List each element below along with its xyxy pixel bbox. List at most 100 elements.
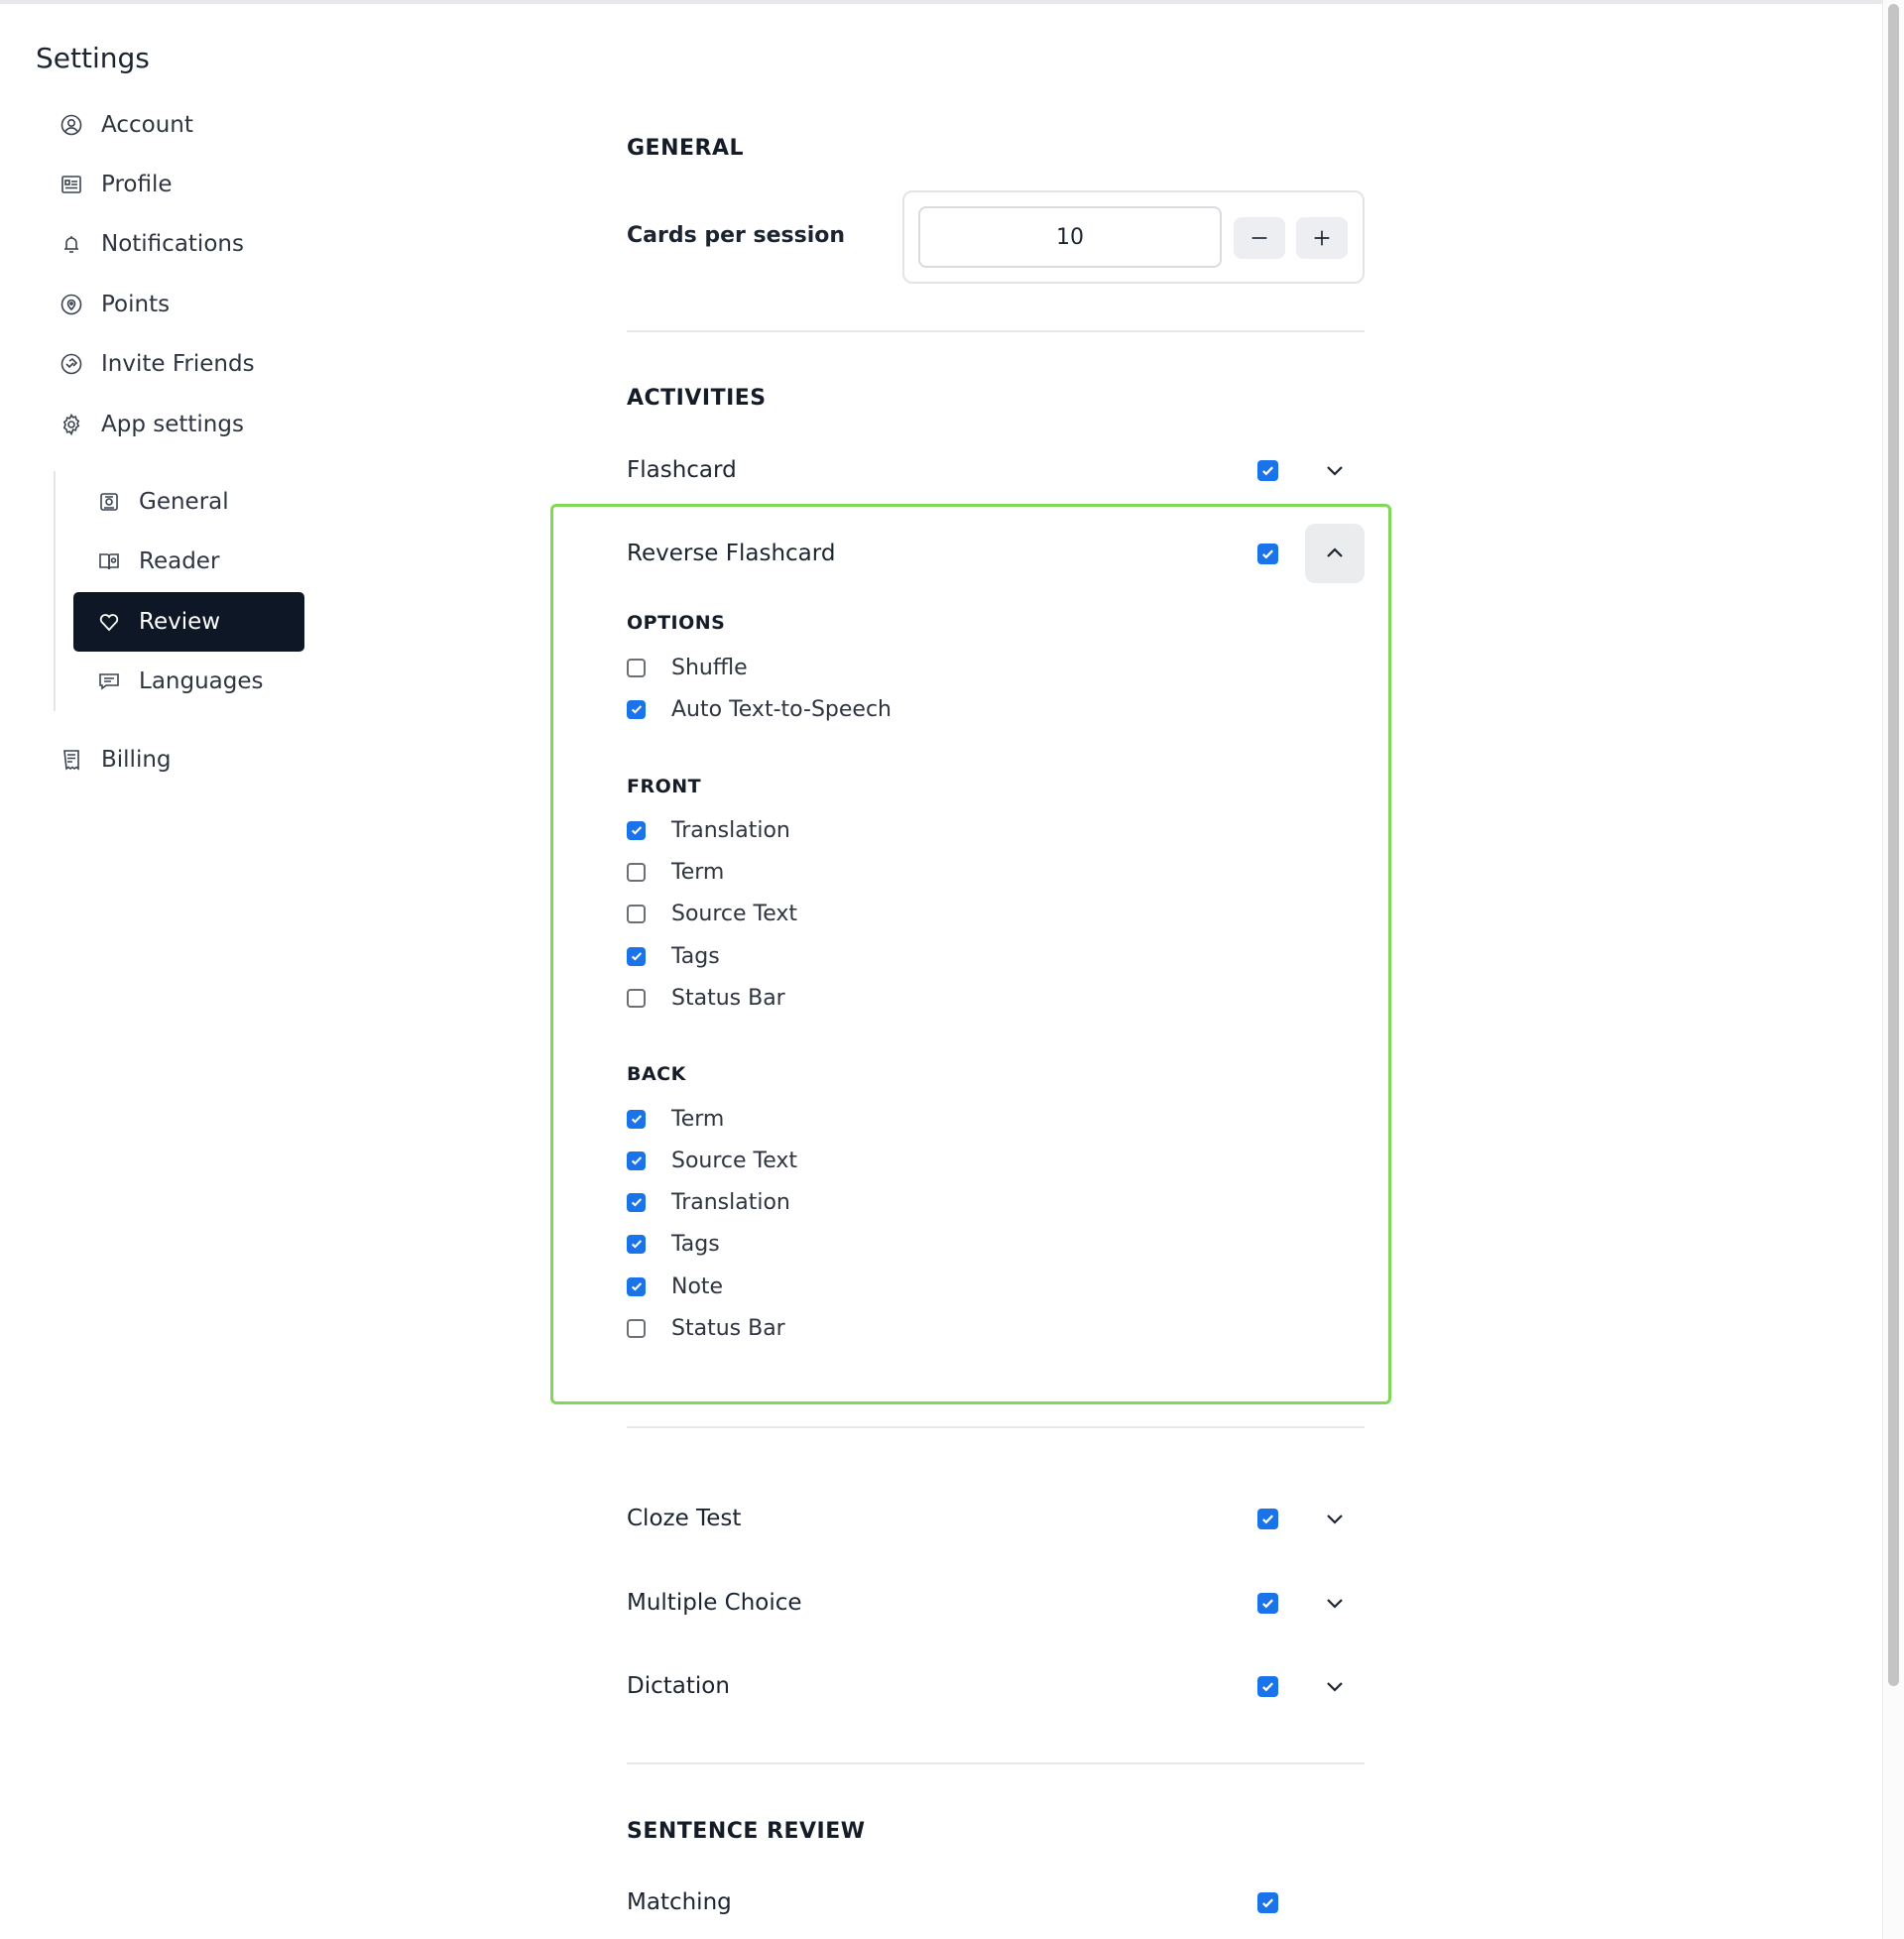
- checkbox[interactable]: [627, 658, 646, 677]
- plus-icon: [1311, 227, 1333, 249]
- option-label: Term: [671, 859, 725, 885]
- settings-doc-icon: [95, 488, 123, 516]
- sidebar-item-label: App settings: [101, 412, 244, 437]
- flashcard-checkbox[interactable]: [1257, 460, 1278, 481]
- handshake-icon: [58, 350, 85, 378]
- cloze-test-expand-button[interactable]: [1305, 1489, 1365, 1548]
- chevron-down-icon: [1323, 1591, 1347, 1615]
- scrollbar-thumb[interactable]: [1888, 4, 1899, 1686]
- front-option-source-text[interactable]: Source Text: [627, 896, 797, 931]
- sidebar-item-label: Languages: [139, 668, 264, 694]
- checkbox[interactable]: [627, 946, 646, 966]
- checkbox[interactable]: [627, 1234, 646, 1254]
- option-label: Auto Text-to-Speech: [671, 696, 892, 722]
- increment-button[interactable]: [1296, 217, 1348, 259]
- back-option-term[interactable]: Term: [627, 1101, 724, 1137]
- sidebar-item-profile[interactable]: Profile: [58, 161, 173, 208]
- checkbox[interactable]: [627, 1276, 646, 1296]
- dictation-checkbox[interactable]: [1257, 1676, 1278, 1697]
- activity-row-cloze-test: Cloze Test: [627, 1489, 1365, 1548]
- sidebar-subitem-reader[interactable]: Reader: [95, 538, 219, 585]
- option-label: Tags: [671, 1231, 720, 1257]
- sidebar-item-invite-friends[interactable]: Invite Friends: [58, 340, 255, 388]
- decrement-button[interactable]: [1234, 217, 1285, 259]
- activity-label: Reverse Flashcard: [627, 541, 836, 566]
- section-title-activities: ACTIVITIES: [627, 386, 767, 411]
- front-option-term[interactable]: Term: [627, 854, 724, 890]
- sidebar-item-label: Points: [101, 292, 171, 317]
- option-auto-tts[interactable]: Auto Text-to-Speech: [627, 691, 892, 727]
- section-title-sentence-review: SENTENCE REVIEW: [627, 1819, 866, 1844]
- activity-row-matching: Matching: [627, 1873, 1365, 1932]
- front-option-tags[interactable]: Tags: [627, 938, 720, 974]
- bell-icon: [58, 230, 85, 258]
- sidebar-subitem-languages[interactable]: Languages: [95, 658, 264, 705]
- checkbox[interactable]: [627, 699, 646, 719]
- options-title: OPTIONS: [627, 612, 726, 634]
- book-gear-icon: [95, 547, 123, 575]
- activity-row-flashcard: Flashcard: [627, 440, 1365, 500]
- option-label: Shuffle: [671, 655, 748, 680]
- option-label: Translation: [671, 1189, 790, 1215]
- sidebar-item-label: General: [139, 489, 229, 515]
- back-option-translation[interactable]: Translation: [627, 1184, 790, 1220]
- activity-label: Multiple Choice: [627, 1590, 802, 1616]
- page-title: Settings: [36, 42, 150, 74]
- divider: [627, 330, 1365, 332]
- sidebar-item-app-settings[interactable]: App settings: [58, 401, 244, 448]
- front-option-translation[interactable]: Translation: [627, 812, 790, 848]
- back-option-tags[interactable]: Tags: [627, 1226, 720, 1262]
- chat-icon: [95, 667, 123, 695]
- multiple-choice-expand-button[interactable]: [1305, 1573, 1365, 1633]
- checkbox[interactable]: [627, 1192, 646, 1212]
- minus-icon: [1249, 227, 1270, 249]
- checkbox[interactable]: [627, 1109, 646, 1129]
- multiple-choice-checkbox[interactable]: [1257, 1593, 1278, 1614]
- checkbox[interactable]: [627, 988, 646, 1008]
- front-title: FRONT: [627, 776, 702, 797]
- option-shuffle[interactable]: Shuffle: [627, 650, 748, 685]
- option-label: Source Text: [671, 1148, 798, 1173]
- checkbox[interactable]: [627, 862, 646, 882]
- back-option-note[interactable]: Note: [627, 1269, 723, 1304]
- gear-icon: [58, 411, 85, 438]
- checkbox[interactable]: [627, 904, 646, 923]
- activity-row-dictation: Dictation: [627, 1656, 1365, 1716]
- sidebar-subitem-review[interactable]: Review: [73, 592, 304, 652]
- sidebar-subitem-general[interactable]: General: [95, 478, 229, 526]
- activity-label: Flashcard: [627, 457, 737, 483]
- flashcard-expand-button[interactable]: [1305, 440, 1365, 500]
- dictation-expand-button[interactable]: [1305, 1656, 1365, 1716]
- activity-label: Matching: [627, 1889, 732, 1915]
- activity-label: Cloze Test: [627, 1506, 742, 1531]
- option-label: Source Text: [671, 901, 798, 926]
- sub-nav-rail: [54, 471, 56, 711]
- reverse-flashcard-checkbox[interactable]: [1257, 544, 1278, 564]
- heart-outline-icon: [95, 608, 123, 636]
- chevron-up-icon: [1323, 542, 1347, 565]
- sidebar-item-billing[interactable]: Billing: [58, 736, 172, 784]
- front-option-status-bar[interactable]: Status Bar: [627, 980, 785, 1016]
- reverse-flashcard-collapse-button[interactable]: [1305, 524, 1365, 583]
- sidebar-item-points[interactable]: Points: [58, 281, 170, 328]
- checkbox[interactable]: [627, 1318, 646, 1338]
- cloze-test-checkbox[interactable]: [1257, 1509, 1278, 1529]
- sidebar-item-notifications[interactable]: Notifications: [58, 220, 244, 268]
- matching-checkbox[interactable]: [1257, 1892, 1278, 1913]
- back-option-status-bar[interactable]: Status Bar: [627, 1310, 785, 1346]
- top-border: [0, 0, 1882, 4]
- section-title-general: GENERAL: [627, 136, 745, 161]
- location-pin-icon: [58, 291, 85, 318]
- checkbox[interactable]: [627, 1151, 646, 1170]
- sidebar-item-label: Account: [101, 112, 193, 138]
- option-label: Note: [671, 1273, 724, 1299]
- sidebar-item-label: Review: [139, 609, 221, 635]
- sidebar-item-label: Notifications: [101, 231, 244, 257]
- checkbox[interactable]: [627, 820, 646, 840]
- back-option-source-text[interactable]: Source Text: [627, 1143, 797, 1178]
- sidebar-item-label: Billing: [101, 747, 172, 773]
- chevron-down-icon: [1323, 1507, 1347, 1530]
- cards-per-session-input[interactable]: [918, 206, 1222, 268]
- activity-label: Dictation: [627, 1673, 730, 1699]
- sidebar-item-account[interactable]: Account: [58, 101, 193, 149]
